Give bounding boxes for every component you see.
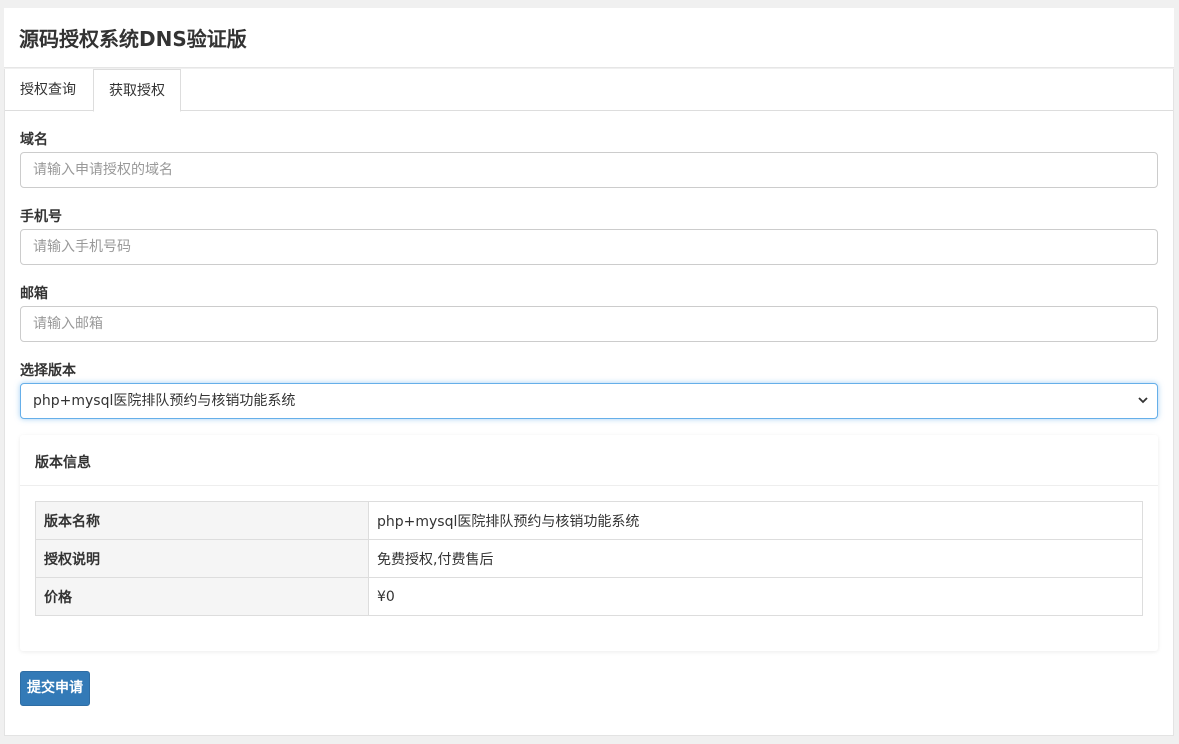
table-row: 授权说明 免费授权,付费售后 bbox=[35, 539, 1143, 578]
version-info-panel: 版本信息 版本名称 php+mysql医院排队预约与核销功能系统 授权说明 免费… bbox=[20, 435, 1158, 651]
domain-label: 域名 bbox=[20, 132, 48, 148]
version-select[interactable]: php+mysql医院排队预约与核销功能系统 bbox=[20, 383, 1158, 419]
version-info-header: 版本信息 bbox=[20, 435, 1158, 486]
version-info-title: 版本信息 bbox=[35, 455, 91, 471]
version-name-value: php+mysql医院排队预约与核销功能系统 bbox=[368, 501, 1143, 540]
email-label: 邮箱 bbox=[20, 286, 48, 302]
page-title: 源码授权系统DNS验证版 bbox=[19, 27, 247, 51]
tab-bar: 授权查询 获取授权 bbox=[5, 69, 1173, 112]
domain-input[interactable] bbox=[20, 152, 1158, 188]
tab-get-license[interactable]: 获取授权 bbox=[93, 69, 181, 112]
version-label: 选择版本 bbox=[20, 363, 76, 379]
chevron-down-icon bbox=[1137, 384, 1149, 431]
table-row: 价格 ¥0 bbox=[35, 577, 1143, 616]
submit-button[interactable]: 提交申请 bbox=[20, 671, 90, 706]
version-select-value: php+mysql医院排队预约与核销功能系统 bbox=[33, 393, 296, 409]
license-desc-key: 授权说明 bbox=[35, 539, 369, 578]
phone-input[interactable] bbox=[20, 229, 1158, 265]
page-header: 源码授权系统DNS验证版 bbox=[4, 8, 1174, 68]
price-key: 价格 bbox=[35, 577, 369, 616]
table-row: 版本名称 php+mysql医院排队预约与核销功能系统 bbox=[35, 501, 1143, 540]
version-info-table: 版本名称 php+mysql医院排队预约与核销功能系统 授权说明 免费授权,付费… bbox=[35, 501, 1143, 616]
price-value: ¥0 bbox=[368, 577, 1143, 616]
tab-license-query[interactable]: 授权查询 bbox=[5, 69, 93, 111]
license-desc-value: 免费授权,付费售后 bbox=[368, 539, 1143, 578]
main-panel: 授权查询 获取授权 域名 手机号 邮箱 选择版本 php+mysql医院排队预约… bbox=[4, 69, 1174, 736]
version-name-key: 版本名称 bbox=[35, 501, 369, 540]
phone-label: 手机号 bbox=[20, 209, 62, 225]
email-input[interactable] bbox=[20, 306, 1158, 342]
